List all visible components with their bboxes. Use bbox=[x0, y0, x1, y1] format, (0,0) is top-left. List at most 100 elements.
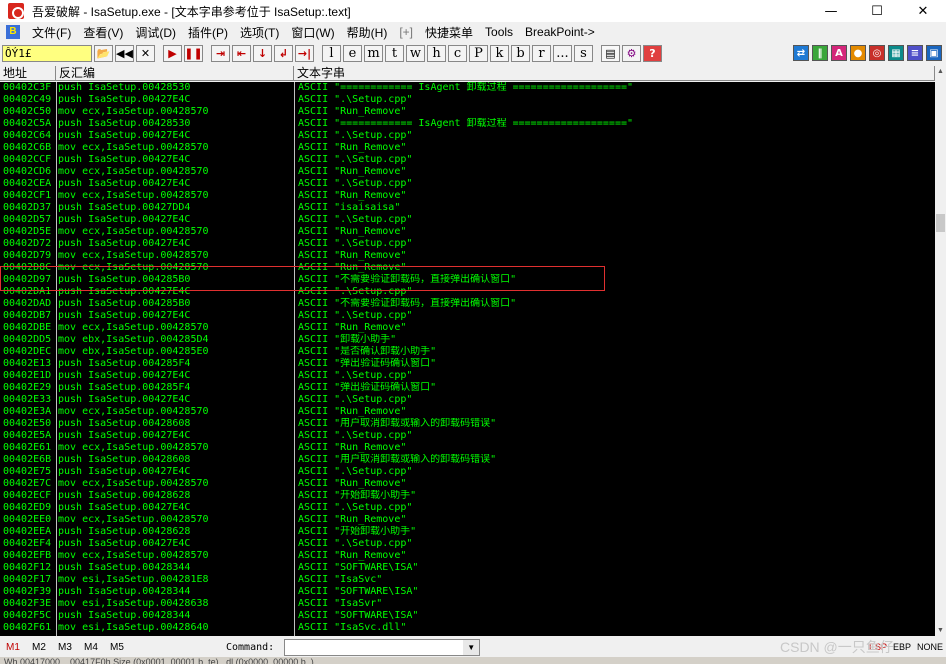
table-row[interactable]: 00402CD6 mov ecx,IsaSetup.00428570 ASCII "… bbox=[0, 166, 935, 178]
table-row[interactable]: 00402CEA push IsaSetup.00427E4C ASCII ".\S… bbox=[0, 178, 935, 190]
step-over-icon[interactable]: ⇤ bbox=[232, 45, 251, 62]
register-none[interactable]: NONE bbox=[914, 637, 946, 657]
table-row[interactable]: 00402E75 push IsaSetup.00427E4C ASCII ".\S… bbox=[0, 466, 935, 478]
minimize-button[interactable]: — bbox=[808, 0, 854, 22]
table-row[interactable]: 00402CCF push IsaSetup.00427E4C ASCII ".\S… bbox=[0, 154, 935, 166]
toolbar-command-box[interactable]: ÔÝ1£ bbox=[2, 45, 92, 62]
menu-breakpoint[interactable]: BreakPoint-> bbox=[519, 25, 601, 39]
column-header-address[interactable]: 地址 bbox=[0, 66, 56, 81]
run-trace-window-button[interactable]: ... bbox=[553, 45, 572, 62]
table-row[interactable]: 00402E3A mov ecx,IsaSetup.00428570 ASCII "… bbox=[0, 406, 935, 418]
table-row[interactable]: 00402D8C mov ecx,IsaSetup.00428570 ASCII "… bbox=[0, 262, 935, 274]
memory-tab-m3[interactable]: M3 bbox=[52, 642, 78, 653]
menu-help[interactable]: 帮助(H) bbox=[341, 24, 394, 41]
table-row[interactable]: 00402E1D push IsaSetup.00427E4C ASCII ".\S… bbox=[0, 370, 935, 382]
table-row[interactable]: 00402E5A push IsaSetup.00427E4C ASCII ".\S… bbox=[0, 430, 935, 442]
command-input[interactable]: ▼ bbox=[284, 638, 481, 656]
table-row[interactable]: 00402DB7 push IsaSetup.00427E4C ASCII ".\S… bbox=[0, 310, 935, 322]
log-window-button[interactable]: l bbox=[322, 45, 341, 62]
memory-window-button[interactable]: m bbox=[364, 45, 383, 62]
modules-window-button[interactable]: e bbox=[343, 45, 362, 62]
table-row[interactable]: 00402EFB mov ecx,IsaSetup.00428570 ASCII "… bbox=[0, 550, 935, 562]
table-row[interactable]: 00402ECF push IsaSetup.00428628 ASCII "开始卸… bbox=[0, 490, 935, 502]
table-row[interactable]: 00402DAD push IsaSetup.004285B0 ASCII "不需要… bbox=[0, 298, 935, 310]
open-file-icon[interactable]: 📂 bbox=[94, 45, 113, 62]
table-row[interactable]: 00402C49 push IsaSetup.00427E4C ASCII ".\S… bbox=[0, 94, 935, 106]
table-row[interactable]: 00402D5E mov ecx,IsaSetup.00428570 ASCII "… bbox=[0, 226, 935, 238]
plugin-window-icon[interactable]: ▣ bbox=[926, 45, 942, 61]
menu-expand[interactable]: [+] bbox=[393, 25, 419, 39]
table-row[interactable]: 00402E50 push IsaSetup.00428608 ASCII "用户取… bbox=[0, 418, 935, 430]
table-row[interactable]: 00402F3E mov esi,IsaSetup.00428638 ASCII "… bbox=[0, 598, 935, 610]
menu-view[interactable]: 查看(V) bbox=[77, 24, 129, 41]
cpu-window-button[interactable]: c bbox=[448, 45, 467, 62]
table-row[interactable]: 00402C64 push IsaSetup.00427E4C ASCII ".\S… bbox=[0, 130, 935, 142]
patches-window-button[interactable]: P bbox=[469, 45, 488, 62]
scroll-down-icon[interactable]: ▼ bbox=[935, 625, 946, 636]
plugin-list-icon[interactable]: ≡ bbox=[907, 45, 923, 61]
plugin-grid-icon[interactable]: ▦ bbox=[888, 45, 904, 61]
maximize-button[interactable]: ☐ bbox=[854, 0, 900, 22]
breakpoints-window-button[interactable]: b bbox=[511, 45, 530, 62]
memory-tab-m1[interactable]: M1 bbox=[0, 642, 26, 653]
table-row[interactable]: 00402DEC mov ebx,IsaSetup.004285E0 ASCII "… bbox=[0, 346, 935, 358]
scroll-up-icon[interactable]: ▲ bbox=[935, 66, 946, 77]
memory-tab-m2[interactable]: M2 bbox=[26, 642, 52, 653]
table-row[interactable]: 00402F61 mov esi,IsaSetup.00428640 ASCII "… bbox=[0, 622, 935, 634]
menu-options[interactable]: 选项(T) bbox=[234, 24, 285, 41]
table-row[interactable]: 00402F12 push IsaSetup.00428344 ASCII "SOF… bbox=[0, 562, 935, 574]
menu-debug[interactable]: 调试(D) bbox=[129, 24, 182, 41]
execute-till-return-icon[interactable]: →| bbox=[295, 45, 314, 62]
table-row[interactable]: 00402E33 push IsaSetup.00427E4C ASCII ".\S… bbox=[0, 394, 935, 406]
table-row[interactable]: 00402C6B mov ecx,IsaSetup.00428570 ASCII "… bbox=[0, 142, 935, 154]
trace-over-icon[interactable]: ↲ bbox=[274, 45, 293, 62]
memory-tab-m5[interactable]: M5 bbox=[104, 642, 130, 653]
table-row[interactable]: 00402CF1 mov ecx,IsaSetup.00428570 ASCII "… bbox=[0, 190, 935, 202]
source-window-button[interactable]: s bbox=[574, 45, 593, 62]
table-row[interactable]: 00402D72 push IsaSetup.00427E4C ASCII ".\S… bbox=[0, 238, 935, 250]
column-header-text[interactable]: 文本字串 bbox=[294, 66, 935, 81]
menu-plugins[interactable]: 插件(P) bbox=[182, 24, 234, 41]
table-row[interactable]: 00402E6B push IsaSetup.00428608 ASCII "用户取… bbox=[0, 454, 935, 466]
plugin-a-icon[interactable]: A bbox=[831, 45, 847, 61]
table-row[interactable]: 00402EEA push IsaSetup.00428628 ASCII "开始卸… bbox=[0, 526, 935, 538]
table-row[interactable]: 00402E13 push IsaSetup.004285F4 ASCII "弹出验… bbox=[0, 358, 935, 370]
close-button[interactable]: ✕ bbox=[900, 0, 946, 22]
references-window-button[interactable]: r bbox=[532, 45, 551, 62]
table-row[interactable]: 00402ED9 push IsaSetup.00427E4C ASCII ".\S… bbox=[0, 502, 935, 514]
column-header-disasm[interactable]: 反汇编 bbox=[56, 66, 294, 81]
menu-file[interactable]: 文件(F) bbox=[26, 24, 77, 41]
string-references-list[interactable]: 00402C3F push IsaSetup.00428530 ASCII "===… bbox=[0, 82, 935, 636]
table-row[interactable]: 00402D57 push IsaSetup.00427E4C ASCII ".\S… bbox=[0, 214, 935, 226]
run-icon[interactable]: ▶ bbox=[163, 45, 182, 62]
handles-window-button[interactable]: h bbox=[427, 45, 446, 62]
memory-tab-m4[interactable]: M4 bbox=[78, 642, 104, 653]
rewind-icon[interactable]: ◀◀ bbox=[115, 45, 134, 62]
chevron-down-icon[interactable]: ▼ bbox=[463, 639, 480, 655]
table-row[interactable]: 00402EE0 mov ecx,IsaSetup.00428570 ASCII "… bbox=[0, 514, 935, 526]
table-row[interactable]: 00402D37 push IsaSetup.00427DD4 ASCII "isa… bbox=[0, 202, 935, 214]
threads-window-button[interactable]: t bbox=[385, 45, 404, 62]
menu-tools[interactable]: Tools bbox=[479, 25, 519, 39]
child-window-icon[interactable]: B bbox=[6, 25, 20, 39]
pause-icon[interactable]: ❚❚ bbox=[184, 45, 203, 62]
table-row[interactable]: 00402E29 push IsaSetup.004285F4 ASCII "弹出验… bbox=[0, 382, 935, 394]
plugin-target-icon[interactable]: ◎ bbox=[869, 45, 885, 61]
table-row[interactable]: 00402DA1 push IsaSetup.00427E4C ASCII ".\S… bbox=[0, 286, 935, 298]
help-icon[interactable]: ? bbox=[643, 45, 662, 62]
table-row[interactable]: 00402F17 mov esi,IsaSetup.004281E8 ASCII "… bbox=[0, 574, 935, 586]
table-row[interactable]: 00402EF4 push IsaSetup.00427E4C ASCII ".\S… bbox=[0, 538, 935, 550]
table-row[interactable]: 00402D79 mov ecx,IsaSetup.00428570 ASCII "… bbox=[0, 250, 935, 262]
scroll-thumb[interactable] bbox=[936, 214, 945, 232]
plugin-pause-icon[interactable]: ‖ bbox=[812, 45, 828, 61]
table-row[interactable]: 00402DBE mov ecx,IsaSetup.00428570 ASCII "… bbox=[0, 322, 935, 334]
table-row[interactable]: 00402D97 push IsaSetup.004285B0 ASCII "不需要… bbox=[0, 274, 935, 286]
callstack-window-button[interactable]: k bbox=[490, 45, 509, 62]
windows-window-button[interactable]: w bbox=[406, 45, 425, 62]
step-into-icon[interactable]: ⇥ bbox=[211, 45, 230, 62]
plugin-swap-icon[interactable]: ⇄ bbox=[793, 45, 809, 61]
appearance-icon[interactable]: ⚙ bbox=[622, 45, 641, 62]
options-grid-icon[interactable]: ▤ bbox=[601, 45, 620, 62]
trace-into-icon[interactable]: ↓ bbox=[253, 45, 272, 62]
table-row[interactable]: 00402E61 mov ecx,IsaSetup.00428570 ASCII "… bbox=[0, 442, 935, 454]
